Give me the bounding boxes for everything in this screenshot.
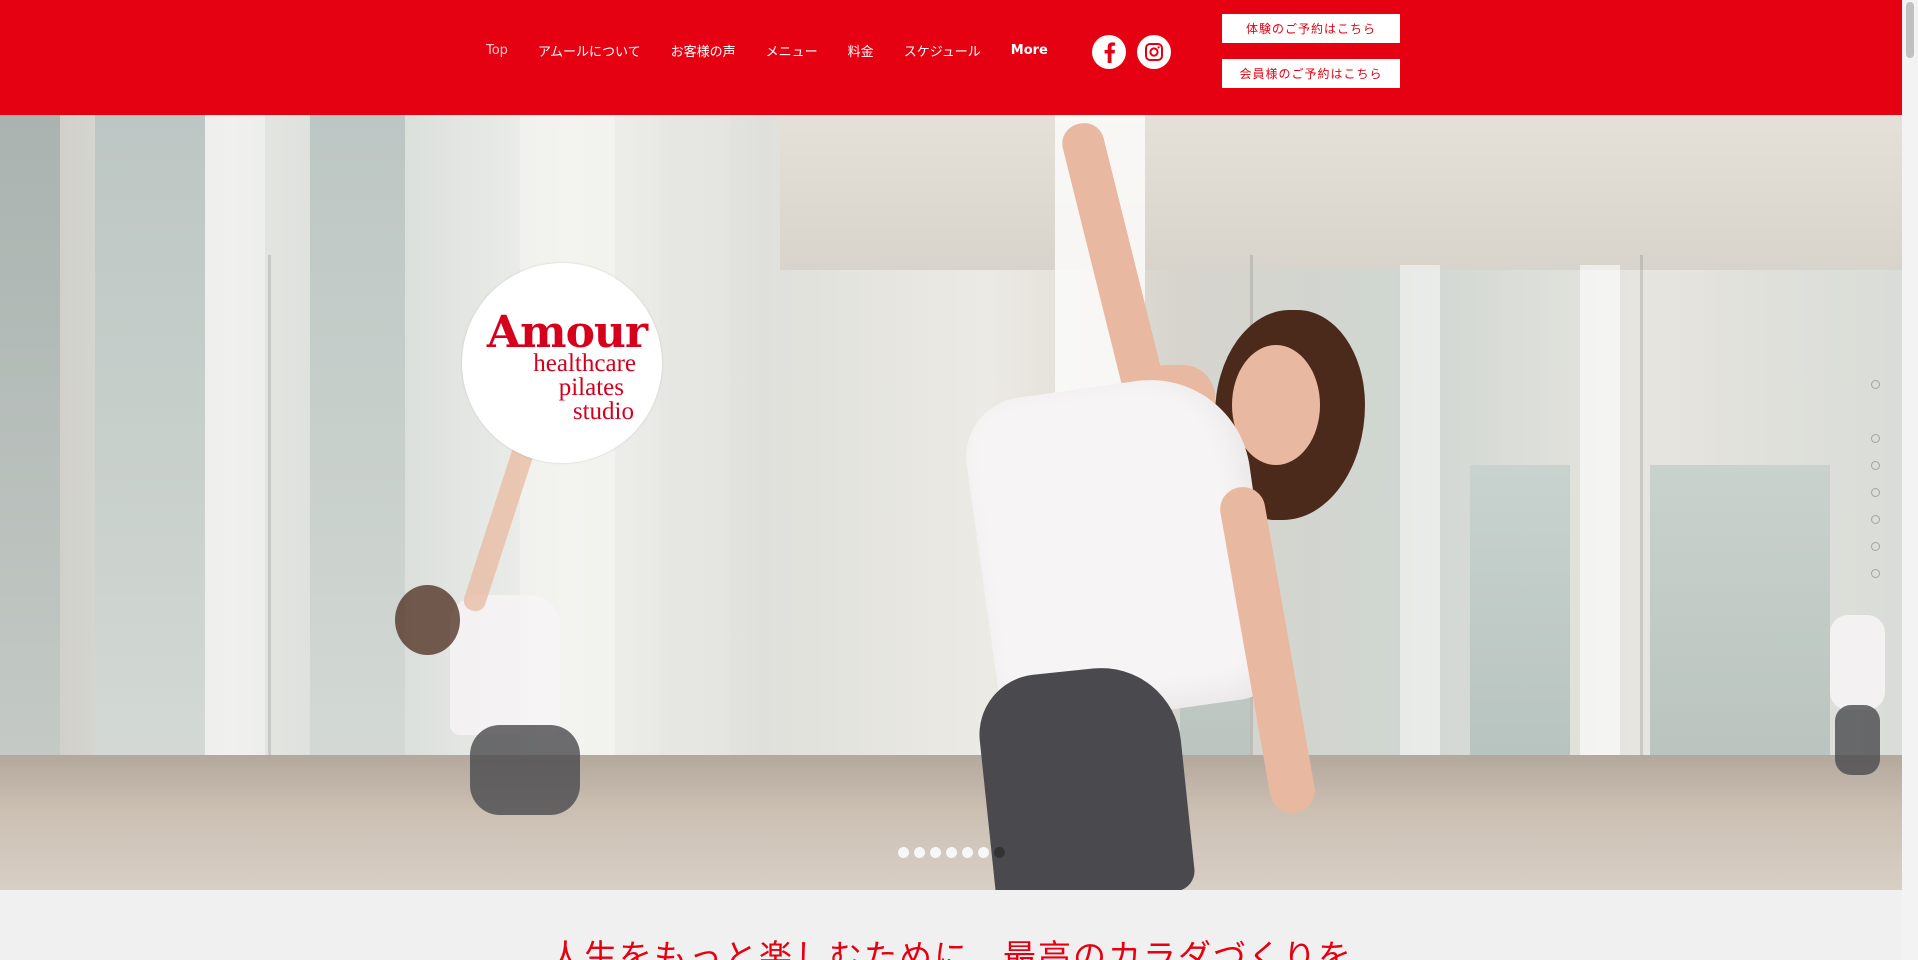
slide-dot[interactable] xyxy=(978,847,989,858)
slide-dot-current[interactable] xyxy=(994,847,1005,858)
slide-dot[interactable] xyxy=(946,847,957,858)
slide-dot[interactable] xyxy=(914,847,925,858)
hero-background-pillar xyxy=(205,115,265,815)
facebook-icon xyxy=(1104,42,1115,63)
page-scrollbar[interactable] xyxy=(1902,0,1918,960)
scrollbar-thumb[interactable] xyxy=(1906,2,1914,58)
main-nav: Top アムールについて お客様の声 メニュー 料金 スケジュール More xyxy=(486,38,1048,62)
anchor-dot[interactable] xyxy=(1871,515,1880,524)
reflection-figure-legs xyxy=(1835,705,1880,775)
slide-dot[interactable] xyxy=(898,847,909,858)
slideshow-pagination xyxy=(898,847,1010,858)
nav-item-about[interactable]: アムールについて xyxy=(538,41,641,60)
hero-background-ceiling xyxy=(780,115,1902,270)
reflection-figure xyxy=(450,595,560,735)
hero-background-pillar xyxy=(1400,265,1440,825)
nav-item-voices[interactable]: お客様の声 xyxy=(671,41,736,60)
nav-item-menu[interactable]: メニュー xyxy=(766,41,818,60)
slide-dot[interactable] xyxy=(962,847,973,858)
reflection-figure-hair xyxy=(395,585,460,655)
facebook-link[interactable] xyxy=(1092,35,1126,69)
page: Top アムールについて お客様の声 メニュー 料金 スケジュール More 体… xyxy=(0,0,1918,960)
anchor-dot[interactable] xyxy=(1871,542,1880,551)
hero-background-window xyxy=(95,115,205,835)
nav-item-more[interactable]: More xyxy=(1011,43,1048,58)
instagram-icon xyxy=(1145,43,1163,61)
trial-booking-button[interactable]: 体験のご予約はこちら xyxy=(1222,14,1400,43)
mirror-edge xyxy=(268,255,271,815)
anchor-dot[interactable] xyxy=(1871,434,1880,443)
hero-background-window xyxy=(310,115,405,835)
nav-item-top[interactable]: Top xyxy=(486,43,508,58)
nav-item-pricing[interactable]: 料金 xyxy=(848,41,874,60)
hero-tagline: 人生をもっと楽しむために、最高のカラダづくりを xyxy=(548,937,1353,960)
logo-line-studio: studio xyxy=(572,398,634,425)
logo-line-pilates: pilates xyxy=(558,374,624,401)
site-header: Top アムールについて お客様の声 メニュー 料金 スケジュール More 体… xyxy=(0,0,1902,115)
reflection-figure-legs xyxy=(470,725,580,815)
slide-dot[interactable] xyxy=(930,847,941,858)
hero-background-window xyxy=(0,115,60,835)
instagram-link[interactable] xyxy=(1137,35,1171,69)
anchor-dot[interactable] xyxy=(1871,488,1880,497)
anchor-dot[interactable] xyxy=(1871,461,1880,470)
hero-background-floor xyxy=(0,755,1902,890)
mirror-edge xyxy=(1640,255,1643,815)
logo-line-healthcare: healthcare xyxy=(533,350,636,377)
nav-item-schedule[interactable]: スケジュール xyxy=(904,41,981,60)
hero-slideshow: Amour healthcare pilates studio xyxy=(0,115,1902,890)
member-booking-button[interactable]: 会員様のご予約はこちら xyxy=(1222,59,1400,88)
studio-logo[interactable]: Amour healthcare pilates studio xyxy=(462,263,662,463)
anchor-dot[interactable] xyxy=(1871,380,1880,389)
anchor-dot[interactable] xyxy=(1871,569,1880,578)
reflection-figure xyxy=(1830,615,1885,710)
hero-background-pillar xyxy=(660,115,730,815)
